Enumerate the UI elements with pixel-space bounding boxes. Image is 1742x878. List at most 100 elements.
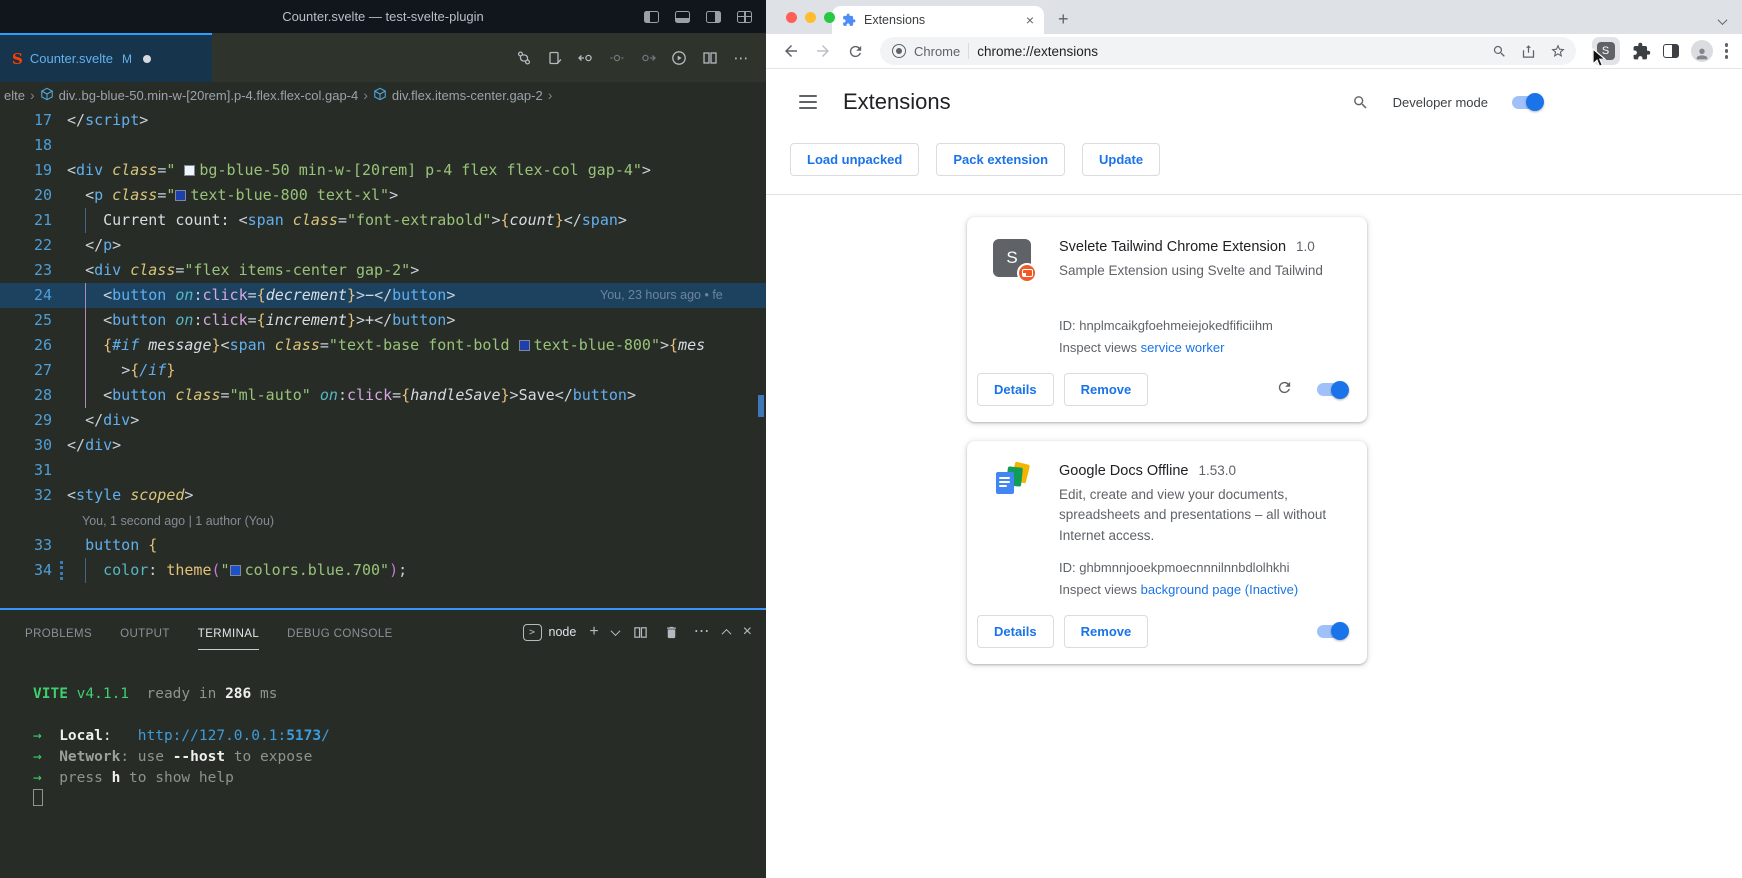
breadcrumb-item[interactable]: div..bg-blue-50.min-w-[20rem].p-4.flex.f… [59,88,359,103]
code-line-34[interactable]: 34 color: theme("colors.blue.700"); [0,558,766,583]
customize-layout-icon[interactable] [737,11,752,23]
minimize-window-icon[interactable] [805,12,816,23]
update-button[interactable]: Update [1082,143,1160,176]
share-icon[interactable] [1521,44,1536,59]
site-info-icon[interactable] [892,44,906,58]
zoom-icon[interactable] [1492,44,1507,59]
code-line-19[interactable]: 19<div class=" bg-blue-50 min-w-[20rem] … [0,158,766,183]
toggle-panel-icon[interactable] [675,11,690,23]
toggle-secondary-sidebar-icon[interactable] [706,11,721,23]
code-line-32[interactable]: 32<style scoped> [0,483,766,508]
omnibox-divider [968,43,969,59]
panel-tab-debug-console[interactable]: DEBUG CONSOLE [287,614,393,650]
new-terminal-icon[interactable]: + [589,624,598,640]
details-button[interactable]: Details [977,373,1054,406]
vscode-titlebar[interactable]: Counter.svelte — test-svelte-plugin [0,0,766,33]
details-button[interactable]: Details [977,615,1054,648]
breadcrumb-item[interactable]: div.flex.items-center.gap-2 [392,88,543,103]
color-swatch [184,165,195,176]
code-line-30[interactable]: 30</div> [0,433,766,458]
remove-button[interactable]: Remove [1064,615,1149,648]
split-terminal-icon[interactable] [632,623,650,641]
code-line-29[interactable]: 29 </div> [0,408,766,433]
code-line-25[interactable]: 25 <button on:click={increment}>+</butto… [0,308,766,333]
color-swatch [519,340,530,351]
code-line-18[interactable]: 18 [0,133,766,158]
reload-icon[interactable] [842,38,868,64]
extension-icon [993,463,1059,597]
url-text[interactable]: chrome://extensions [977,44,1483,59]
code-line-26[interactable]: 26 {#if message}<span class="text-base f… [0,333,766,358]
source-control-compare-icon[interactable] [515,49,533,67]
profile-avatar[interactable] [1691,40,1713,62]
tab-title: Extensions [864,13,1018,27]
code-line-17[interactable]: 17</script> [0,108,766,133]
code-line-33[interactable]: 33 button { [0,533,766,558]
tab-counter-svelte[interactable]: S Counter.svelte M [0,33,212,82]
toggle-sidebar-icon[interactable] [644,11,659,23]
extension-enabled-toggle[interactable] [1317,383,1347,396]
panel-more-icon[interactable]: ⋯ [694,624,710,640]
search-icon[interactable] [1352,94,1369,111]
inspect-views-label: Inspect views [1059,582,1137,597]
panel-tab-output[interactable]: OUTPUT [120,614,170,650]
code-line-23[interactable]: 23 <div class="flex items-center gap-2"> [0,258,766,283]
previous-change-icon[interactable] [577,49,595,67]
service-worker-link[interactable]: service worker [1141,340,1225,355]
reload-extension-icon[interactable] [1276,379,1293,401]
panel-tab-terminal[interactable]: TERMINAL [198,614,259,650]
terminal-dropdown-icon[interactable] [610,626,620,636]
developer-mode-toggle[interactable] [1512,96,1542,109]
back-icon[interactable] [778,38,804,64]
split-editor-icon[interactable] [701,49,719,67]
code-line-31[interactable]: 31 [0,458,766,483]
code-line-20[interactable]: 20 <p class="text-blue-800 text-xl"> [0,183,766,208]
breadcrumb[interactable]: elte › div..bg-blue-50.min-w-[20rem].p-4… [0,82,766,108]
remove-button[interactable]: Remove [1064,373,1149,406]
extension-name: Svelete Tailwind Chrome Extension [1059,239,1286,255]
extension-enabled-toggle[interactable] [1317,625,1347,638]
breadcrumb-item[interactable]: elte [4,88,25,103]
close-window-icon[interactable] [786,12,797,23]
zoom-window-icon[interactable] [824,12,835,23]
run-preview-icon[interactable] [670,49,688,67]
chrome-tab-extensions[interactable]: Extensions × [832,6,1044,34]
extension-icon: S [993,239,1059,355]
menu-hamburger-icon[interactable] [799,95,817,109]
inspect-views-label: Inspect views [1059,340,1137,355]
blame-annotation[interactable]: You, 1 second ago | 1 author (You) [0,508,766,533]
extensions-puzzle-icon[interactable] [1632,42,1651,61]
code-line-28[interactable]: 28 <button class="ml-auto" on:click={han… [0,383,766,408]
code-line-24[interactable]: 24 <button on:click={decrement}>−</butto… [0,283,766,308]
close-panel-icon[interactable]: × [743,624,752,640]
code-line-22[interactable]: 22 </p> [0,233,766,258]
next-change-icon[interactable] [639,49,657,67]
side-panel-icon[interactable] [1663,44,1679,58]
background-page-link[interactable]: background page (Inactive) [1141,582,1299,597]
tab-search-icon[interactable] [1719,12,1726,30]
kill-terminal-icon[interactable] [663,623,681,641]
extension-description: Edit, create and view your documents, sp… [1059,485,1345,546]
code-line-21[interactable]: 21 Current count: <span class="font-extr… [0,208,766,233]
unsaved-dot-icon[interactable] [143,55,151,63]
tab-close-icon[interactable]: × [1026,13,1034,27]
load-unpacked-button[interactable]: Load unpacked [790,143,919,176]
developer-mode-label: Developer mode [1393,95,1488,110]
pack-extension-button[interactable]: Pack extension [936,143,1065,176]
new-tab-icon[interactable]: + [1058,9,1069,30]
svelte-extension-chip[interactable]: S [1592,37,1620,65]
open-changes-icon[interactable] [546,49,564,67]
bookmark-star-icon[interactable] [1550,43,1566,59]
panel-tab-problems[interactable]: PROBLEMS [25,614,92,650]
extension-version: 1.0 [1296,239,1315,254]
code-editor[interactable]: 17</script>1819<div class=" bg-blue-50 m… [0,108,766,608]
omnibox[interactable]: Chrome chrome://extensions [880,37,1576,65]
puzzle-favicon-icon [842,13,856,27]
terminal-output[interactable]: VITE v4.1.1 ready in 286 ms→ Local: http… [0,654,766,878]
chrome-menu-icon[interactable] [1725,43,1729,59]
more-actions-icon[interactable]: ⋯ [732,49,750,67]
code-line-27[interactable]: 27 >{/if} [0,358,766,383]
forward-icon[interactable] [810,38,836,64]
current-change-icon[interactable] [608,49,626,67]
maximize-panel-icon[interactable] [721,628,731,638]
